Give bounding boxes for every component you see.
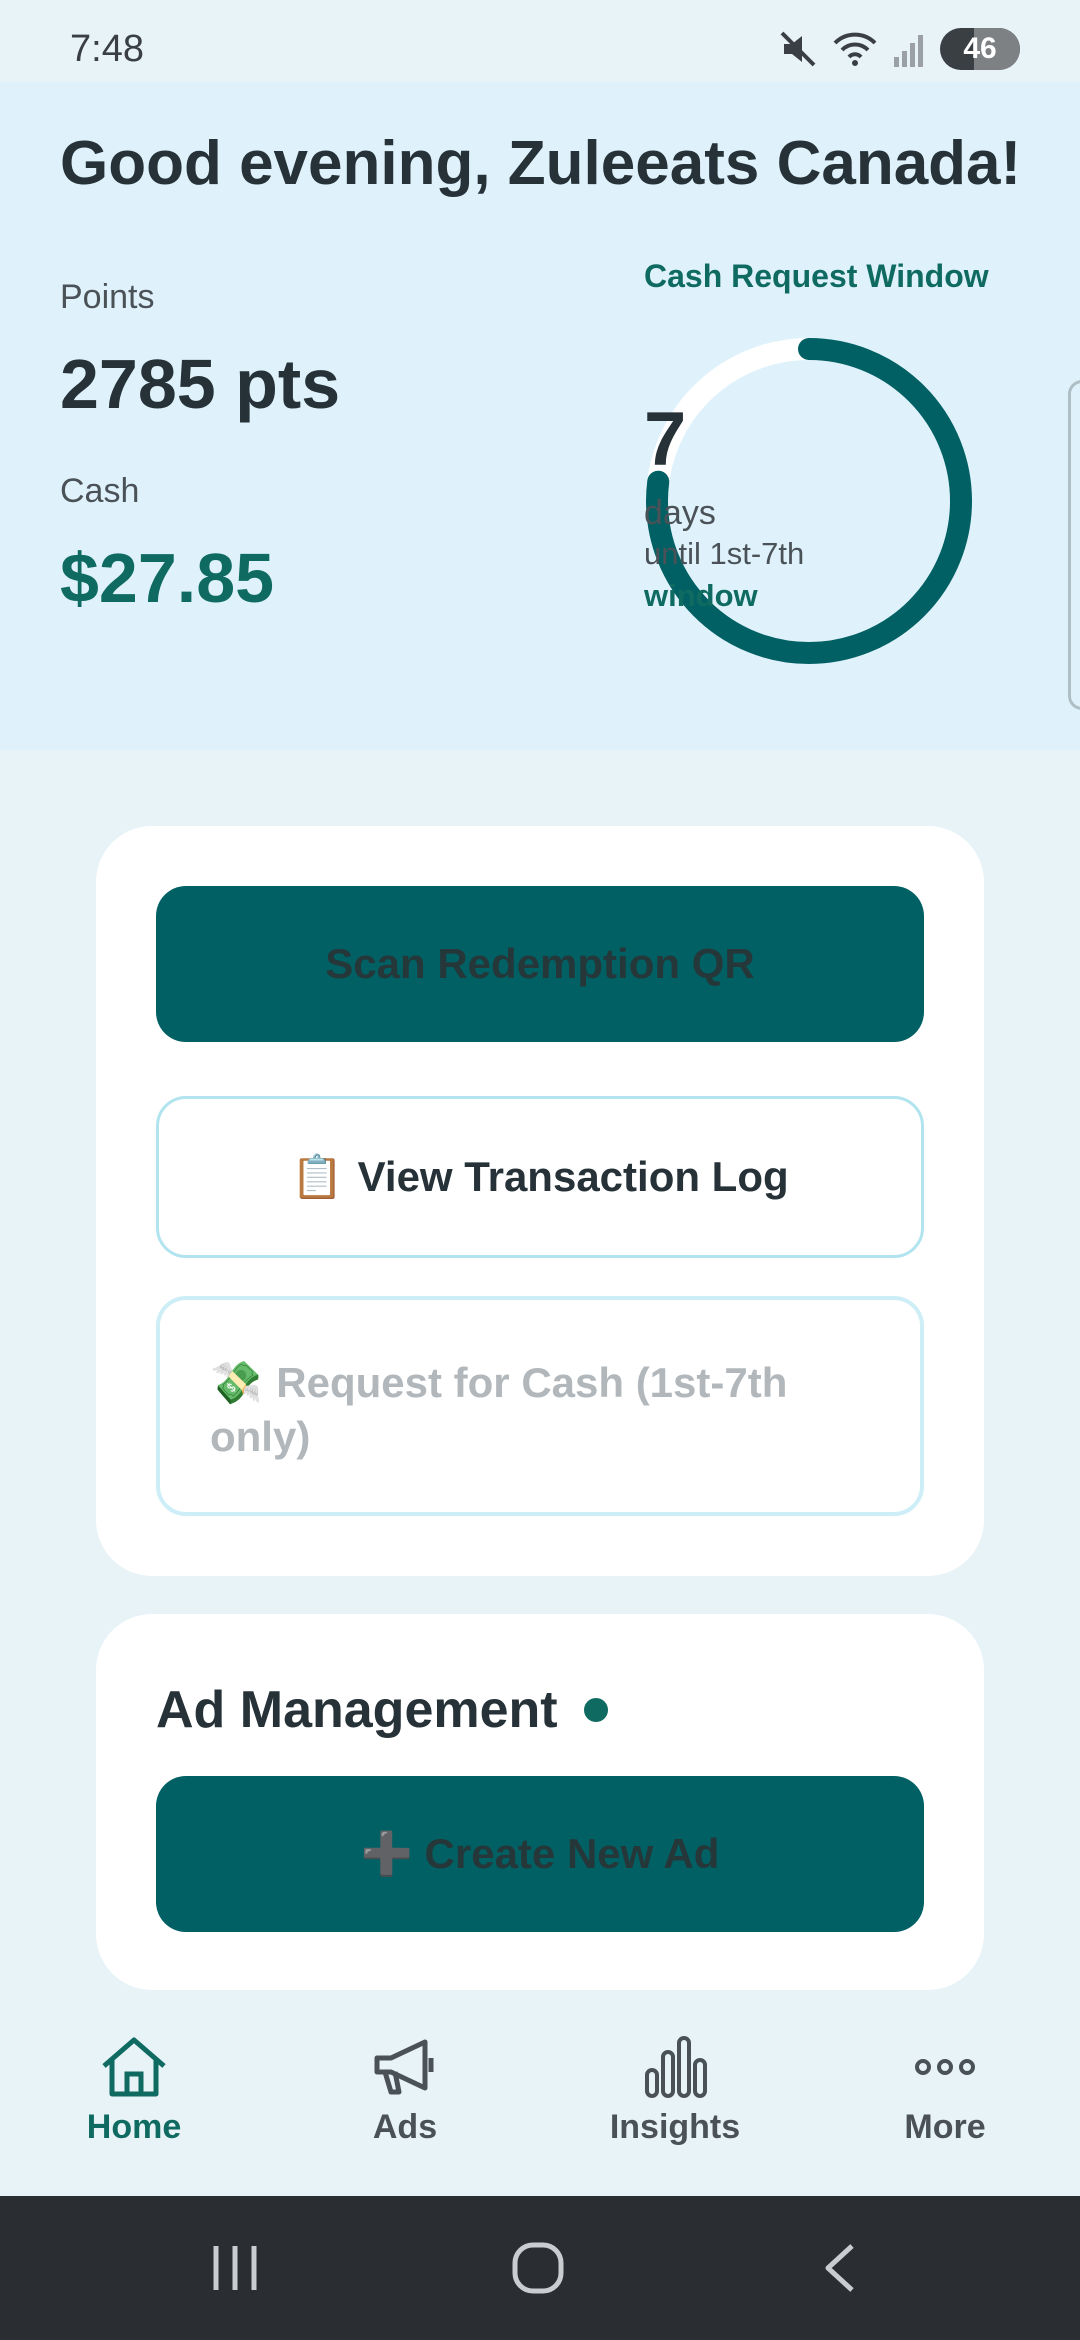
greeting-title: Good evening, Zuleeats Canada! (60, 129, 1022, 198)
request-cash-button[interactable]: 💸 Request for Cash (1st-7th only) (156, 1296, 924, 1516)
wifi-icon (833, 32, 877, 66)
system-navigation-bar (0, 2196, 1080, 2340)
nav-ads-label: Ads (372, 2108, 438, 2146)
nav-home-label: Home (86, 2108, 182, 2146)
points-value: 2785 pts (60, 345, 341, 423)
status-icons: 46 (778, 28, 1020, 70)
bottom-navigation: Home Ads Insights More (0, 2006, 1080, 2196)
ad-management-label: Ad Management (156, 1681, 558, 1739)
ad-management-title: Ad Management (156, 1680, 608, 1740)
mute-icon (780, 31, 816, 67)
more-dots-icon (915, 2059, 975, 2075)
status-dot (583, 1698, 608, 1722)
scan-redemption-qr-button[interactable]: Scan Redemption QR (156, 886, 924, 1042)
money-flying-icon: 💸 (210, 1358, 263, 1407)
bar-chart-icon (645, 2036, 707, 2098)
cash-window-title: Cash Request Window (644, 258, 989, 294)
back-icon[interactable] (820, 2240, 860, 2296)
request-cash-label: Request for Cash (1st-7th only) (210, 1359, 788, 1460)
nav-insights-label: Insights (609, 2108, 741, 2146)
status-time: 7:48 (70, 28, 144, 70)
countdown-until: until 1st-7th (644, 536, 805, 571)
nav-more-label: More (904, 2108, 986, 2146)
view-transaction-log-button[interactable]: 📋 View Transaction Log (156, 1096, 924, 1258)
recent-apps-icon[interactable] (210, 2240, 260, 2296)
countdown-unit: days (644, 494, 716, 532)
home-icon (102, 2037, 166, 2097)
clipboard-icon: 📋 (291, 1152, 344, 1201)
countdown-window: window (644, 578, 758, 613)
countdown-number: 7 (644, 397, 687, 482)
nav-more[interactable]: More (845, 2034, 1045, 2147)
points-label: Points (60, 278, 155, 316)
ad-management-card: Ad Management ➕ Create New Ad (96, 1614, 984, 1990)
view-transaction-log-label: View Transaction Log (357, 1153, 789, 1200)
create-new-ad-button[interactable]: ➕ Create New Ad (156, 1776, 924, 1932)
signal-icon (894, 35, 923, 67)
nav-insights[interactable]: Insights (575, 2034, 775, 2147)
megaphone-icon (374, 2039, 434, 2095)
battery-icon: 46 (940, 28, 1020, 70)
home-button-icon[interactable] (510, 2240, 566, 2296)
nav-ads[interactable]: Ads (305, 2034, 505, 2147)
actions-card: Scan Redemption QR 📋 View Transaction Lo… (96, 826, 984, 1576)
dashboard-header: Good evening, Zuleeats Canada! Points 27… (0, 82, 1080, 750)
status-bar: 7:48 46 (0, 0, 1080, 90)
nav-home[interactable]: Home (34, 2034, 234, 2147)
countdown-ring: 7 days until 1st-7th window (644, 336, 974, 666)
edge-panel-handle[interactable] (1068, 380, 1080, 710)
cash-value: $27.85 (60, 539, 275, 617)
cash-label: Cash (60, 472, 140, 510)
